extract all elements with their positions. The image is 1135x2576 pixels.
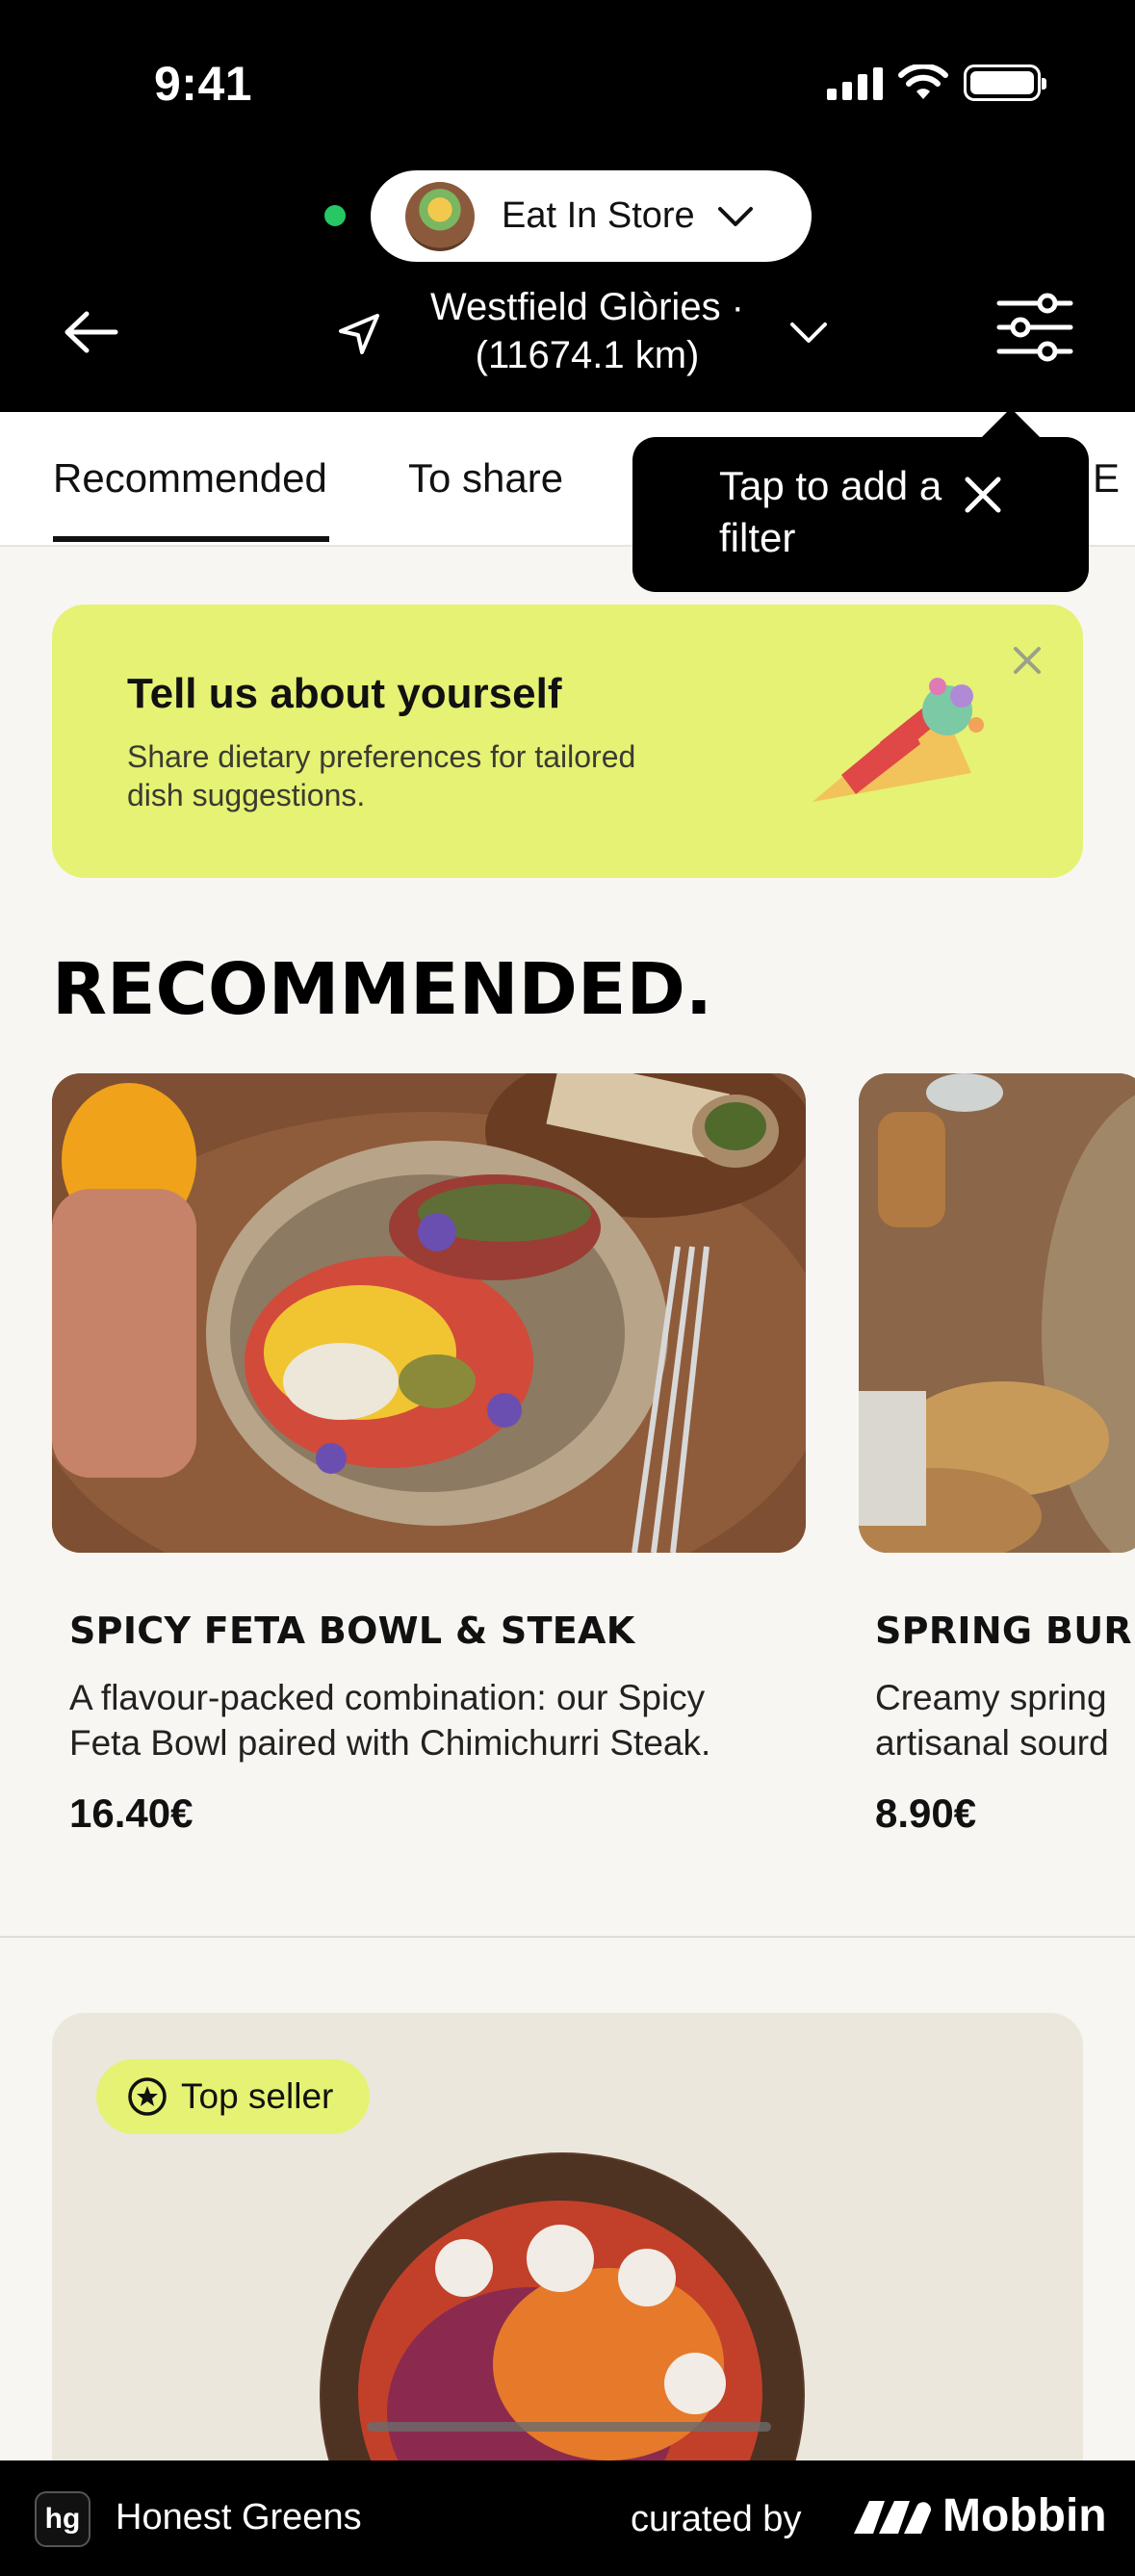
back-arrow-icon[interactable] (58, 298, 125, 366)
dish-description-line: Feta Bowl paired with Chimichurri Steak. (69, 1723, 711, 1763)
dish-description-line: A flavour-packed combination: our Spicy (69, 1678, 706, 1717)
dish-title[interactable]: SPICY FETA BOWL & STEAK (69, 1610, 635, 1652)
app-logo-icon: hg (35, 2491, 90, 2547)
top-header: 9:41 Eat In Store Westfield Glòries · (1… (0, 0, 1135, 412)
filter-sliders-icon[interactable] (992, 289, 1078, 366)
store-name: Westfield Glòries · (429, 286, 744, 328)
order-mode-selector[interactable]: Eat In Store (371, 170, 812, 262)
dish-photo (52, 1073, 806, 1553)
banner-subtitle: Share dietary preferences for tailored d… (127, 739, 636, 812)
wifi-icon (898, 64, 948, 99)
section-divider (0, 1936, 1135, 1938)
chevron-down-icon[interactable] (785, 313, 833, 351)
curated-by-label: curated by (631, 2499, 802, 2539)
battery-icon (964, 64, 1046, 101)
dish-price: 16.40€ (69, 1790, 193, 1836)
status-time: 9:41 (154, 57, 253, 111)
badge-label: Top seller (181, 2076, 334, 2116)
filter-tooltip: Tap to add a filter (632, 437, 1089, 592)
tooltip-text: Tap to add a filter (719, 463, 942, 560)
preferences-banner[interactable]: Tell us about yourself Share dietary pre… (52, 605, 1083, 878)
store-online-indicator (324, 205, 346, 226)
banner-title: Tell us about yourself (127, 670, 562, 717)
dish-description-line: Creamy spring (875, 1678, 1107, 1717)
footer-bar: hg Honest Greens curated by Mobbin (0, 2460, 1135, 2576)
close-icon[interactable] (1008, 641, 1046, 680)
dish-title[interactable]: SPRING BURR (875, 1610, 1135, 1652)
mobbin-wordmark: Mobbin (942, 2490, 1107, 2541)
tab-recommended[interactable]: Recommended (53, 455, 329, 542)
carousel-scroll-indicator (367, 2422, 771, 2432)
dish-description: Creamy spring artisanal sourd (875, 1675, 1109, 1765)
party-popper-icon (813, 678, 984, 802)
bowl-icon (405, 181, 475, 251)
mobbin-logo-icon (854, 2500, 932, 2534)
dish-image[interactable] (52, 1073, 806, 1553)
close-icon[interactable] (954, 466, 1012, 524)
dish-image[interactable] (859, 1073, 1135, 1553)
star-circle-icon (128, 2077, 167, 2116)
tooltip-pointer (980, 408, 1042, 439)
dish-description: A flavour-packed combination: our Spicy … (69, 1675, 710, 1765)
top-seller-badge: Top seller (96, 2059, 371, 2134)
store-selector[interactable]: Westfield Glòries · (11674.1 km) (404, 283, 770, 379)
dish-description-line: artisanal sourd (875, 1723, 1109, 1763)
app-name: Honest Greens (116, 2497, 362, 2537)
location-arrow-icon (339, 314, 379, 354)
tab-to-share[interactable]: To share (408, 455, 563, 502)
mobbin-brand: Mobbin (852, 2489, 1107, 2542)
dish-price: 8.90€ (875, 1790, 977, 1836)
cellular-signal-icon (827, 65, 883, 100)
status-icons (827, 64, 1046, 102)
order-mode-label: Eat In Store (502, 195, 695, 236)
chevron-down-icon (717, 206, 753, 226)
dish-photo (859, 1073, 1135, 1553)
section-title: RECOMMENDED. (52, 948, 713, 1031)
store-distance: (11674.1 km) (475, 334, 700, 376)
